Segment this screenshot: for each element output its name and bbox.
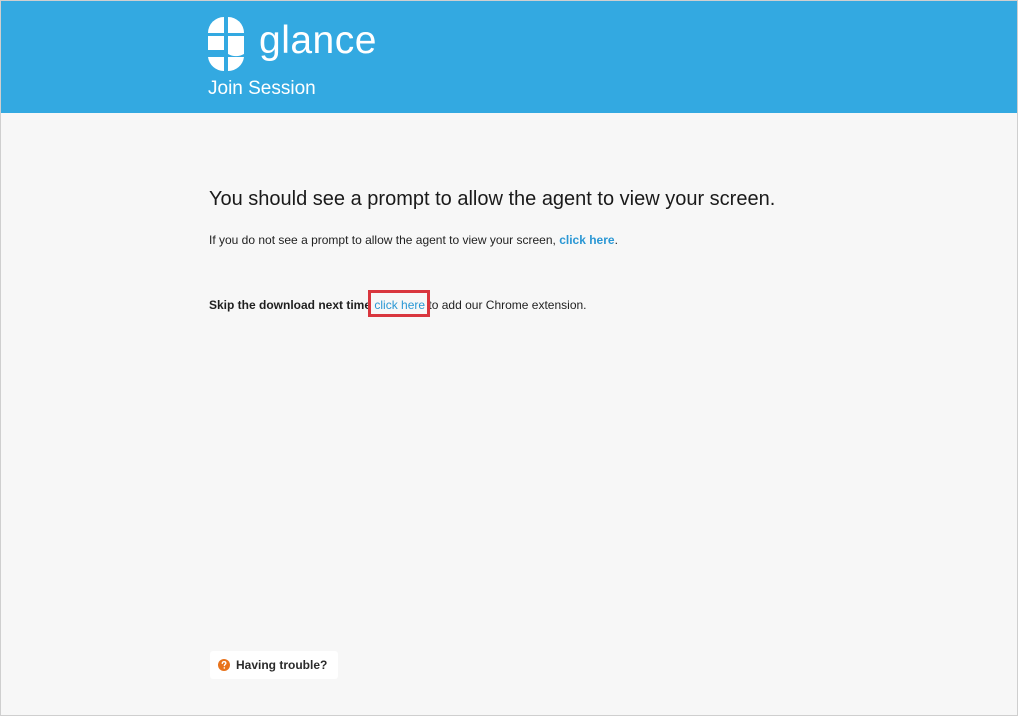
brand-name: glance	[259, 19, 377, 62]
info-text: If you do not see a prompt to allow the …	[209, 233, 560, 247]
info-suffix: .	[614, 233, 618, 247]
question-circle-icon	[218, 659, 230, 671]
prompt-click-here-link[interactable]: click here	[559, 233, 614, 247]
skip-lead-text: Skip the download next time	[209, 298, 372, 312]
chrome-extension-click-here-link[interactable]: click here	[374, 298, 425, 312]
having-trouble-button[interactable]: Having trouble?	[210, 651, 338, 679]
page-subtitle: Join Session	[208, 78, 316, 99]
skip-suffix-text: to add our Chrome extension.	[428, 298, 587, 312]
glance-logo-icon	[208, 17, 244, 72]
having-trouble-label: Having trouble?	[236, 658, 328, 672]
page-frame: glance Join Session You should see a pro…	[0, 0, 1018, 716]
header-bar: glance Join Session	[1, 1, 1017, 113]
info-line: If you do not see a prompt to allow the …	[209, 232, 618, 248]
page-headline: You should see a prompt to allow the age…	[209, 188, 776, 210]
skip-download-line: Skip the download next time click here t…	[209, 297, 587, 313]
